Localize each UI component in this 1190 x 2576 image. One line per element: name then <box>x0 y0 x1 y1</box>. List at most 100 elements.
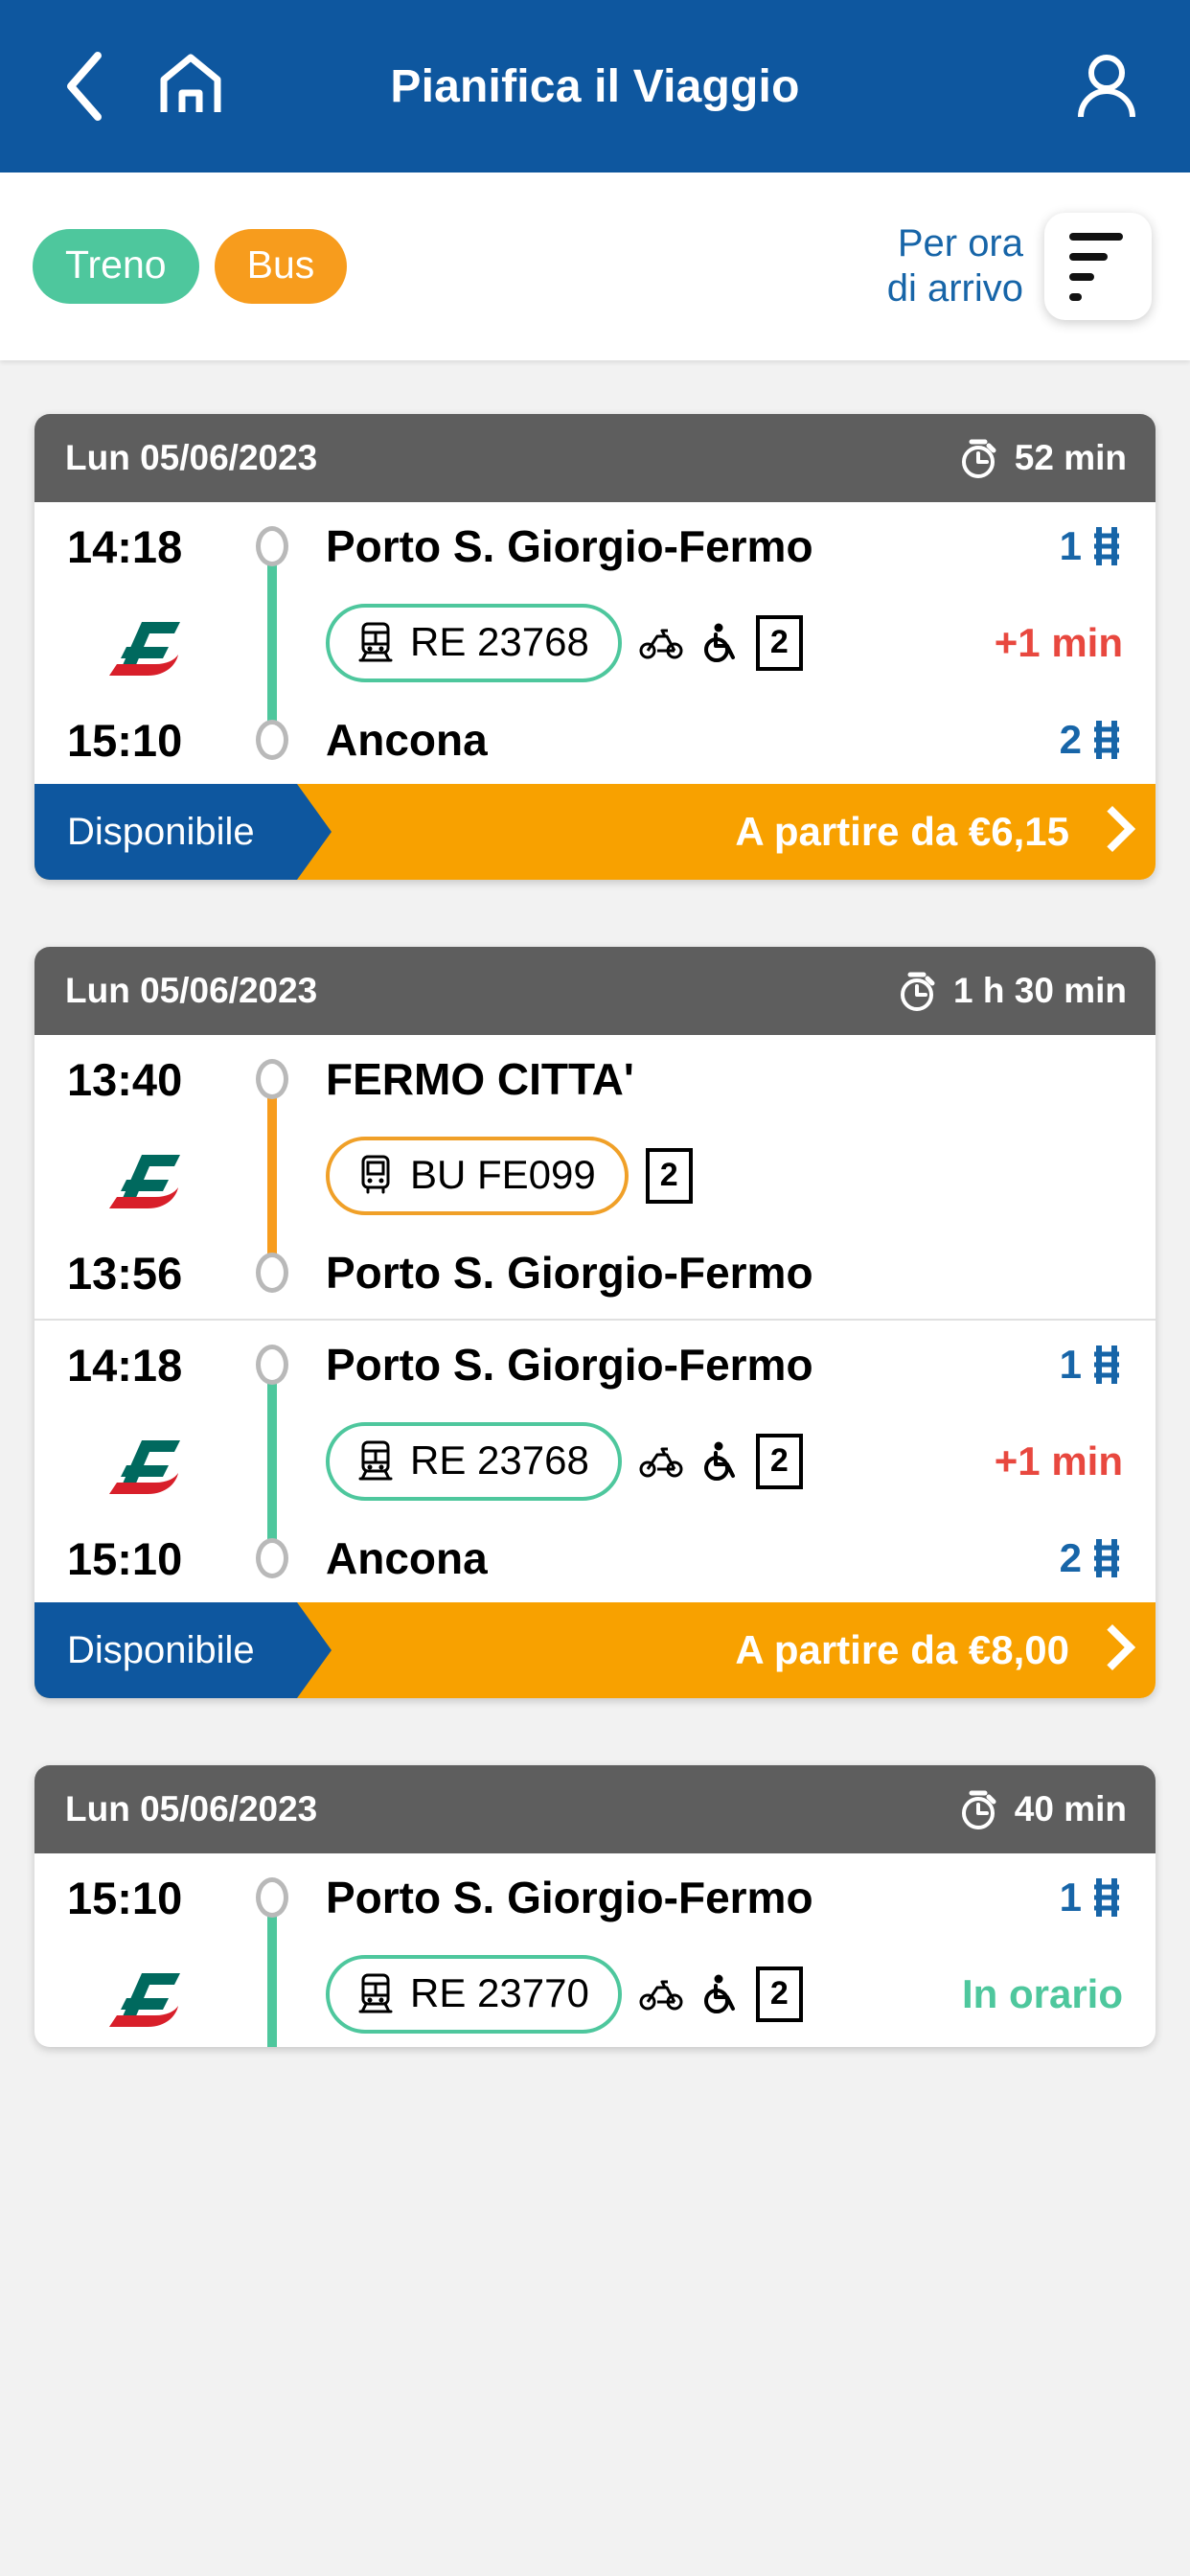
filter-chip-bus[interactable]: Bus <box>214 229 348 304</box>
rail-line <box>267 590 277 696</box>
leg-departure-platform: 1 <box>1044 523 1123 569</box>
rail-column <box>241 1853 303 1942</box>
chevron-right-icon <box>1094 1624 1123 1676</box>
journey-card-header: Lun 05/06/2023 1 h 30 min <box>34 947 1156 1035</box>
leg-arrival-platform: 2 <box>1044 717 1123 763</box>
sort-control[interactable]: Per ora di arrivo <box>887 213 1152 320</box>
service-class-box: 2 <box>755 1966 803 2022</box>
leg-arrival-platform: 2 <box>1044 1535 1123 1581</box>
wheelchair-icon <box>700 1974 739 2014</box>
railway-track-icon <box>1090 1344 1123 1386</box>
journey-card[interactable]: Lun 05/06/2023 40 min 15:10 Porto S. Gio… <box>34 1765 1156 2047</box>
leg-service-info: RE 23770 2 In orario <box>303 1955 1123 2034</box>
price-label: A partire da €8,00 <box>735 1627 1069 1672</box>
leg-status: +1 min <box>994 1438 1123 1484</box>
fs-logo <box>67 1141 241 1210</box>
service-code: RE 23768 <box>410 1438 589 1483</box>
rail-line <box>267 1409 277 1514</box>
rail-line <box>267 1123 277 1229</box>
bus-icon <box>358 1154 393 1196</box>
rail-column <box>241 1035 303 1123</box>
service-code: BU FE099 <box>410 1152 596 1197</box>
rail-column <box>241 696 303 784</box>
filter-bar: Treno Bus Per ora di arrivo <box>0 172 1190 360</box>
filter-chip-treno[interactable]: Treno <box>33 229 199 304</box>
leg-departure-station: Porto S. Giorgio-Fermo <box>326 521 813 571</box>
journey-card[interactable]: Lun 05/06/2023 52 min 14:18 Porto S. Gio… <box>34 414 1156 880</box>
leg-departure-time: 15:10 <box>67 1872 183 1923</box>
leg-arrival-station: Ancona <box>326 715 488 765</box>
price-section[interactable]: A partire da €8,00 <box>297 1602 1156 1698</box>
leg-departure-station: FERMO CITTA' <box>326 1054 634 1104</box>
chevron-right-icon <box>1094 806 1123 858</box>
platform-number: 1 <box>1059 1874 1082 1920</box>
bicycle-icon <box>639 1445 683 1478</box>
journey-duration: 1 h 30 min <box>896 969 1127 1013</box>
leg-arrival-row: 15:10 Ancona 2 <box>34 1514 1156 1602</box>
journey-date: Lun 05/06/2023 <box>65 971 318 1010</box>
journey-results-list: Lun 05/06/2023 52 min 14:18 Porto S. Gio… <box>0 360 1190 2047</box>
availability-label: Disponibile <box>34 784 332 880</box>
journey-leg: 14:18 Porto S. Giorgio-Fermo 1 RE 23768 … <box>34 1319 1156 1602</box>
platform-number: 1 <box>1059 1342 1082 1387</box>
journey-date: Lun 05/06/2023 <box>65 438 318 477</box>
rail-column <box>241 1229 303 1317</box>
journey-duration: 52 min <box>957 436 1127 480</box>
journey-card[interactable]: Lun 05/06/2023 1 h 30 min 13:40 FERMO CI… <box>34 947 1156 1698</box>
leg-service-row: RE 23768 2 +1 min <box>34 590 1156 696</box>
train-icon <box>358 621 393 663</box>
service-badge[interactable]: RE 23768 <box>326 1422 622 1501</box>
rail-column <box>241 1942 303 2047</box>
leg-departure-row: 14:18 Porto S. Giorgio-Fermo 1 <box>34 502 1156 590</box>
leg-arrival-time: 15:10 <box>67 714 183 766</box>
journey-leg: 15:10 Porto S. Giorgio-Fermo 1 RE 23770 … <box>34 1853 1156 2047</box>
bicycle-icon <box>639 627 683 659</box>
leg-departure-platform: 1 <box>1044 1342 1123 1388</box>
bicycle-icon <box>639 1978 683 2011</box>
price-label: A partire da €6,15 <box>735 809 1069 854</box>
journey-card-body: 14:18 Porto S. Giorgio-Fermo 1 RE 23768 … <box>34 502 1156 784</box>
journey-card-header: Lun 05/06/2023 52 min <box>34 414 1156 502</box>
journey-card-header: Lun 05/06/2023 40 min <box>34 1765 1156 1853</box>
leg-departure-time: 14:18 <box>67 1339 183 1391</box>
stopwatch-icon <box>957 1787 999 1831</box>
leg-departure-station: Porto S. Giorgio-Fermo <box>326 1340 813 1390</box>
leg-arrival-station: Ancona <box>326 1533 488 1583</box>
journey-card-body: 15:10 Porto S. Giorgio-Fermo 1 RE 23770 … <box>34 1853 1156 2047</box>
leg-arrival-station: Porto S. Giorgio-Fermo <box>326 1248 813 1298</box>
leg-arrival-row: 13:56 Porto S. Giorgio-Fermo <box>34 1229 1156 1317</box>
journey-cta-bar[interactable]: Disponibile A partire da €6,15 <box>34 784 1156 880</box>
journey-duration: 40 min <box>957 1787 1127 1831</box>
sort-button[interactable] <box>1044 213 1152 320</box>
home-icon <box>156 53 225 120</box>
rail-column <box>241 1514 303 1602</box>
journey-cta-bar[interactable]: Disponibile A partire da €8,00 <box>34 1602 1156 1698</box>
leg-service-row: RE 23768 2 +1 min <box>34 1409 1156 1514</box>
profile-button[interactable] <box>1065 45 1148 127</box>
rail-column <box>241 1409 303 1514</box>
service-badge[interactable]: RE 23768 <box>326 604 622 682</box>
leg-service-row: RE 23770 2 In orario <box>34 1942 1156 2047</box>
home-button[interactable] <box>149 45 232 127</box>
service-class-box: 2 <box>755 1434 803 1489</box>
fs-logo <box>67 1427 241 1496</box>
service-badge[interactable]: RE 23770 <box>326 1955 622 2034</box>
wheelchair-icon <box>700 1441 739 1482</box>
back-button[interactable] <box>42 45 125 127</box>
price-section[interactable]: A partire da €6,15 <box>297 784 1156 880</box>
leg-departure-row: 13:40 FERMO CITTA' <box>34 1035 1156 1123</box>
platform-number: 2 <box>1059 717 1082 762</box>
station-dot-icon <box>256 526 288 566</box>
leg-service-info: BU FE099 2 <box>303 1137 1123 1215</box>
service-badge[interactable]: BU FE099 <box>326 1137 629 1215</box>
journey-date: Lun 05/06/2023 <box>65 1789 318 1828</box>
platform-number: 1 <box>1059 523 1082 568</box>
leg-service-row: BU FE099 2 <box>34 1123 1156 1229</box>
app-header: Pianifica il Viaggio <box>0 0 1190 172</box>
train-icon <box>358 1439 393 1482</box>
leg-arrival-time: 13:56 <box>67 1247 183 1299</box>
service-code: RE 23770 <box>410 1970 589 2015</box>
rail-column <box>241 590 303 696</box>
chevron-left-icon <box>61 51 105 122</box>
leg-departure-platform: 1 <box>1044 1874 1123 1920</box>
